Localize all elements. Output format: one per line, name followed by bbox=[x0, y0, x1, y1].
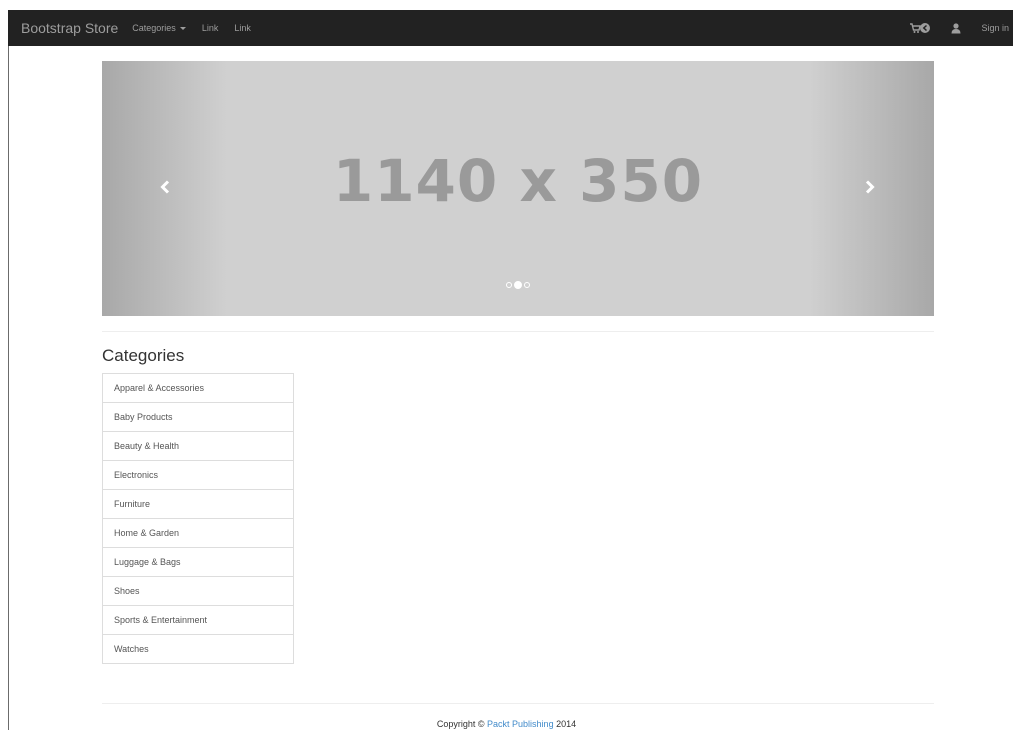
page: Bootstrap Store Categories Link Link Sig… bbox=[0, 0, 1013, 730]
category-item[interactable]: Luggage & Bags bbox=[102, 547, 294, 577]
nav-link-2[interactable]: Link bbox=[234, 23, 251, 33]
caret-down-icon bbox=[179, 27, 186, 30]
category-item[interactable]: Apparel & Accessories bbox=[102, 373, 294, 403]
carousel-indicator-3[interactable] bbox=[524, 282, 530, 288]
category-item[interactable]: Electronics bbox=[102, 460, 294, 490]
carousel-next-button[interactable] bbox=[860, 173, 880, 201]
carousel-indicators bbox=[102, 281, 934, 289]
footer-year: 2014 bbox=[553, 719, 577, 729]
category-item[interactable]: Home & Garden bbox=[102, 518, 294, 548]
shopping-cart-icon bbox=[910, 23, 931, 33]
navbar-brand[interactable]: Bootstrap Store bbox=[21, 20, 118, 36]
user-icon bbox=[951, 22, 961, 33]
category-item[interactable]: Beauty & Health bbox=[102, 431, 294, 461]
footer-divider bbox=[102, 703, 934, 704]
nav-categories-dropdown[interactable]: Categories bbox=[132, 23, 186, 33]
account-button[interactable] bbox=[951, 22, 961, 34]
categories-list: Apparel & Accessories Baby Products Beau… bbox=[102, 373, 294, 664]
chevron-right-icon bbox=[865, 180, 875, 194]
cart-button[interactable] bbox=[909, 22, 931, 34]
nav-categories-label: Categories bbox=[132, 23, 176, 33]
carousel-placeholder-text: 1140 x 350 bbox=[332, 147, 704, 215]
categories-heading: Categories bbox=[102, 346, 185, 365]
category-item[interactable]: Sports & Entertainment bbox=[102, 605, 294, 635]
nav-link-1[interactable]: Link bbox=[202, 23, 219, 33]
divider bbox=[102, 331, 934, 332]
carousel-indicator-1[interactable] bbox=[506, 282, 512, 288]
footer: Copyright © Packt Publishing 2014 bbox=[0, 719, 1013, 729]
carousel-indicator-2[interactable] bbox=[514, 281, 522, 289]
carousel-prev-button[interactable] bbox=[155, 173, 175, 201]
category-item[interactable]: Baby Products bbox=[102, 402, 294, 432]
window-border bbox=[8, 46, 9, 730]
footer-copyright-prefix: Copyright © bbox=[436, 719, 488, 729]
sign-in-link[interactable]: Sign in bbox=[981, 23, 1009, 33]
category-item[interactable]: Shoes bbox=[102, 576, 294, 606]
navbar-right: Sign in bbox=[909, 22, 1009, 34]
footer-publisher-link[interactable]: Packt Publishing bbox=[487, 719, 554, 729]
category-item[interactable]: Furniture bbox=[102, 489, 294, 519]
chevron-left-icon bbox=[160, 180, 170, 194]
top-navbar: Bootstrap Store Categories Link Link Sig… bbox=[8, 10, 1013, 46]
carousel: 1140 x 350 bbox=[102, 61, 934, 316]
category-item[interactable]: Watches bbox=[102, 634, 294, 664]
